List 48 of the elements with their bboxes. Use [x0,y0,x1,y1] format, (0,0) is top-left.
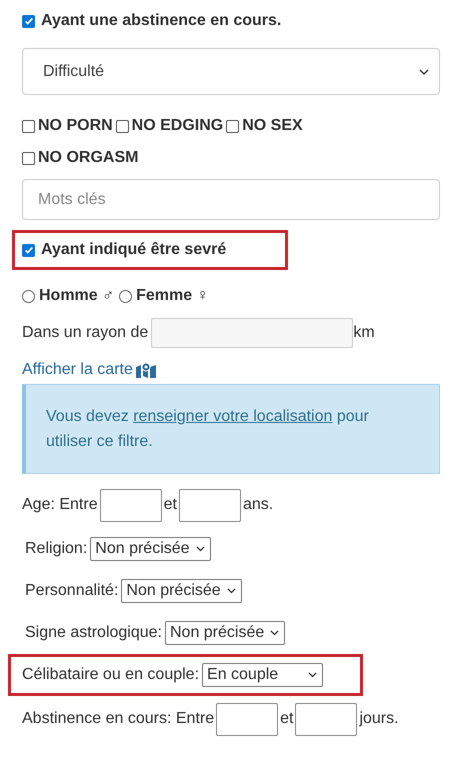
checkbox[interactable] [116,120,129,132]
between-label: et [164,495,177,515]
select-label: Religion: [25,539,88,559]
age-max-field[interactable] [178,488,241,522]
days-max-field[interactable] [295,702,358,736]
age-min-field[interactable] [100,488,162,522]
checkbox[interactable] [22,120,35,132]
alert-message: Vous devez renseigner votre localisation pour utiliser ce filtre. [46,407,370,452]
unit-label: km [353,323,375,343]
chevron-down-icon [419,68,429,74]
checkbox-label: NO PORN [38,116,113,136]
radio-button[interactable] [22,290,35,302]
radio-button[interactable] [119,290,132,302]
dropdown-select[interactable]: Non précisée [90,537,211,561]
chevron-down-icon [196,546,205,552]
chevron-down-icon [270,630,280,636]
checkbox[interactable] [22,14,35,28]
age-label: Age: Entre [22,495,98,515]
checkbox-label: Ayant indiqué être sevré [41,240,226,260]
checkbox-label: Ayant une abstinence en cours. [41,11,282,31]
radius-field[interactable] [151,318,354,348]
radius-label: Dans un rayon de [22,323,148,343]
difficulty-select[interactable]: Difficulté [22,48,440,95]
map-link[interactable]: Afficher la carte [22,360,156,380]
between-label: et [280,709,294,729]
select-label: Personnalité: [25,581,118,601]
select-label: Célibataire ou en couple: [22,665,200,685]
location-link[interactable]: renseigner votre localisation [133,408,332,425]
dropdown-select[interactable]: Non précisée [121,579,242,603]
checkbox-label: NO ORGASM [38,148,138,168]
abstinence-label: Abstinence en cours: Entre [22,709,214,729]
dropdown-select[interactable]: En couple [202,663,324,687]
select-label: Signe astrologique: [25,623,162,643]
days-min-field[interactable] [216,702,278,736]
checkbox[interactable] [22,152,35,164]
dropdown-select[interactable]: Non précisée [164,621,286,645]
chevron-down-icon [308,672,318,678]
unit-label: ans. [242,495,274,515]
checkbox-label: NO SEX [242,116,303,136]
checkbox-label: NO EDGING [132,116,224,136]
keywords-field[interactable]: Mots clés [22,179,440,220]
radio-label: Femme ♀ [136,286,209,306]
checkbox[interactable] [22,244,35,256]
radio-label: Homme ♂ [39,286,114,306]
unit-label: jours. [359,709,399,729]
checkbox[interactable] [226,120,240,132]
map-pin-icon [136,362,156,378]
chevron-down-icon [226,588,236,594]
